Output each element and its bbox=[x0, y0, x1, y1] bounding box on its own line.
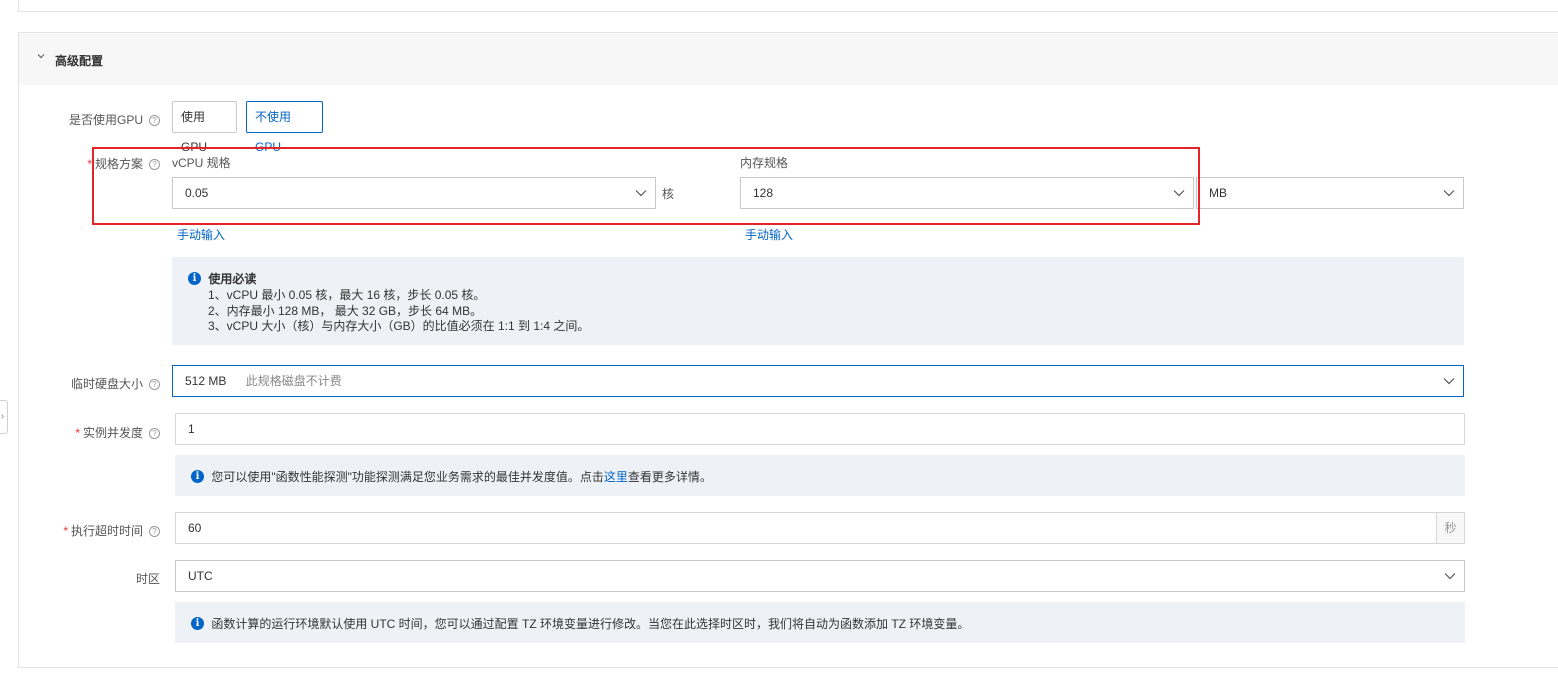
help-icon[interactable]: ? bbox=[149, 526, 160, 538]
info-icon: i bbox=[191, 470, 204, 483]
timezone-select[interactable]: UTC bbox=[175, 560, 1465, 592]
timezone-label: 时区 bbox=[135, 572, 160, 586]
concurrency-label: 实例并发度 bbox=[82, 426, 143, 440]
vcpu-value: 0.05 bbox=[185, 186, 209, 200]
chevron-down-icon bbox=[1443, 376, 1455, 386]
memory-unit-select[interactable]: MB bbox=[1196, 177, 1464, 209]
vcpu-select[interactable]: 0.05 bbox=[172, 177, 656, 209]
chevron-down-icon bbox=[635, 188, 647, 198]
concurrency-notice-link[interactable]: 这里 bbox=[604, 470, 628, 484]
section-title: 高级配置 bbox=[55, 54, 104, 68]
chevron-down-icon bbox=[1444, 571, 1456, 581]
concurrency-label-row: * 实例并发度? bbox=[60, 424, 160, 441]
help-icon[interactable]: ? bbox=[149, 379, 160, 391]
timezone-notice-text: 函数计算的运行环境默认使用 UTC 时间，您可以通过配置 TZ 环境变量进行修改… bbox=[211, 617, 970, 631]
no-gpu-button[interactable]: 不使用GPU bbox=[246, 101, 323, 154]
vcpu-label: vCPU 规格 bbox=[172, 156, 231, 170]
concurrency-notice: i 您可以使用"函数性能探测"功能探测满足您业务需求的最佳并发度值。点击这里查看… bbox=[175, 455, 1465, 496]
disk-value: 512 MB bbox=[185, 374, 227, 388]
notice-title: 使用必读 bbox=[208, 272, 257, 286]
vcpu-unit: 核 bbox=[662, 187, 675, 201]
notice-lines: 1、vCPU 最小 0.05 核，最大 16 核，步长 0.05 核。 2、内存… bbox=[208, 288, 589, 335]
help-icon[interactable]: ? bbox=[149, 428, 160, 440]
help-icon[interactable]: ? bbox=[149, 159, 160, 171]
chevron-down-icon bbox=[1443, 188, 1455, 198]
concurrency-notice-prefix: 您可以使用"函数性能探测"功能探测满足您业务需求的最佳并发度值。点击 bbox=[211, 470, 604, 484]
chevron-down-icon bbox=[1173, 188, 1185, 198]
concurrency-input[interactable]: 1 bbox=[175, 413, 1465, 445]
info-icon: i bbox=[191, 617, 204, 630]
memory-unit-value: MB bbox=[1209, 186, 1227, 200]
panel-header[interactable]: 高级配置 bbox=[19, 33, 1558, 85]
concurrency-notice-suffix: 查看更多详情。 bbox=[627, 470, 712, 484]
memory-manual-input-link[interactable]: 手动输入 bbox=[745, 226, 793, 243]
disk-label: 临时硬盘大小 bbox=[70, 377, 143, 391]
concurrency-notice-text: i 您可以使用"函数性能探测"功能探测满足您业务需求的最佳并发度值。点击这里查看… bbox=[191, 468, 712, 485]
timeout-label-row: * 执行超时时间? bbox=[55, 522, 160, 539]
notice-line: 2、内存最小 128 MB， 最大 32 GB，步长 64 MB。 bbox=[208, 303, 483, 318]
notice-line: 3、vCPU 大小（核）与内存大小（GB）的比值必须在 1:1 到 1:4 之间… bbox=[208, 319, 590, 333]
timeout-unit: 秒 bbox=[1436, 512, 1465, 544]
notice-line: 1、vCPU 最小 0.05 核，最大 16 核，步长 0.05 核。 bbox=[208, 288, 486, 302]
previous-card-bottom bbox=[18, 0, 1558, 12]
notice-title-row: i 使用必读 bbox=[188, 270, 256, 287]
spec-notice: i 使用必读 1、vCPU 最小 0.05 核，最大 16 核，步长 0.05 … bbox=[172, 257, 1464, 345]
timezone-value: UTC bbox=[188, 569, 213, 583]
timezone-notice: i 函数计算的运行环境默认使用 UTC 时间，您可以通过配置 TZ 环境变量进行… bbox=[175, 602, 1465, 643]
required-mark: * bbox=[87, 157, 92, 171]
spec-label: 规格方案 bbox=[94, 157, 143, 171]
timeout-input[interactable]: 60 bbox=[175, 512, 1437, 544]
chevron-down-icon[interactable] bbox=[37, 52, 45, 63]
timeout-label: 执行超时时间 bbox=[70, 524, 143, 538]
use-gpu-button[interactable]: 使用GPU bbox=[172, 101, 237, 154]
required-mark: * bbox=[63, 524, 68, 538]
disk-select[interactable]: 512 MB 此规格磁盘不计费 bbox=[172, 365, 1464, 397]
memory-value: 128 bbox=[753, 186, 774, 200]
side-expand-tab[interactable]: › bbox=[0, 400, 8, 434]
info-icon: i bbox=[188, 272, 201, 285]
memory-select[interactable]: 128 bbox=[740, 177, 1194, 209]
memory-label: 内存规格 bbox=[740, 156, 789, 170]
timezone-notice-row: i 函数计算的运行环境默认使用 UTC 时间，您可以通过配置 TZ 环境变量进行… bbox=[191, 615, 969, 632]
gpu-label: 是否使用GPU bbox=[68, 113, 143, 127]
disk-hint: 此规格磁盘不计费 bbox=[245, 374, 342, 388]
disk-label-row: 临时硬盘大小? bbox=[60, 375, 160, 392]
required-mark: * bbox=[75, 426, 80, 440]
vcpu-manual-input-link[interactable]: 手动输入 bbox=[177, 226, 225, 243]
gpu-label-row: 是否使用GPU? bbox=[60, 111, 160, 128]
spec-label-row: * 规格方案? bbox=[60, 155, 160, 172]
help-icon[interactable]: ? bbox=[149, 115, 160, 127]
